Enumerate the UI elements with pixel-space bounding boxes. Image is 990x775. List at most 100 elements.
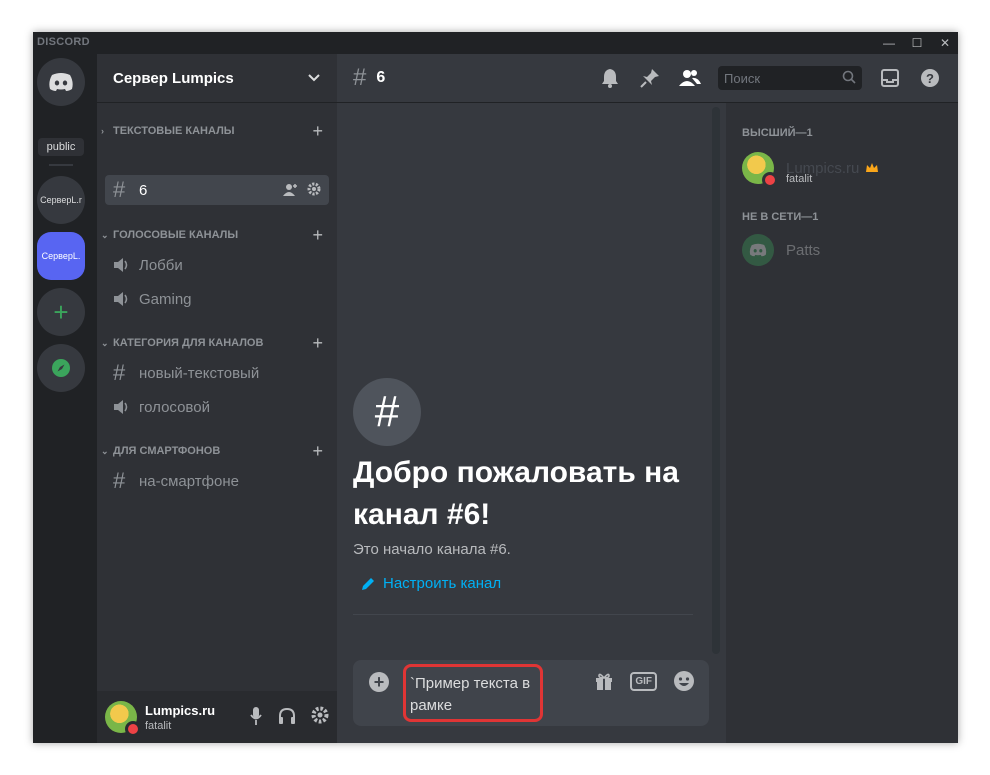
member-status-text: fatalit [786,173,813,185]
emoji-icon[interactable] [673,670,695,692]
compass-icon [52,359,70,377]
speaker-icon [113,257,139,273]
category-label: ТЕКСТОВЫЕ КАНАЛЫ [113,125,235,137]
add-server-button[interactable]: + [37,288,85,336]
chevron-right-icon: › [101,126,104,136]
channel-name: на-смартфоне [139,472,239,490]
channel-na-smartfone[interactable]: # на-смартфоне [105,466,329,496]
category-label: ГОЛОСОВЫЕ КАНАЛЫ [113,229,239,241]
message-text-line: `Пример текста в [410,675,531,692]
scrollbar[interactable] [712,107,720,654]
add-channel-icon[interactable]: + [312,121,323,142]
server-icon-serverl-r[interactable]: СерверL.r [37,176,85,224]
setup-channel-link[interactable]: Настроить канал [361,575,501,592]
category-label: КАТЕГОРИЯ ДЛЯ КАНАЛОВ [113,337,264,349]
welcome-title: Добро пожаловать на канал #6! [353,456,679,531]
search-icon [842,70,856,84]
member-item[interactable]: Lumpics.ru fatalit [734,147,950,189]
category-voice-channels[interactable]: ⌄ ГОЛОСОВЫЕ КАНАЛЫ + [101,225,331,246]
channel-header: # 6 Поиск ? [337,54,958,103]
welcome-description: Это начало канала #6. [353,541,511,558]
gear-icon[interactable] [311,706,329,724]
chevron-down-icon: ⌄ [101,337,109,348]
server-list: public СерверL.r СерверL. + [33,54,97,743]
home-button[interactable] [37,58,85,106]
hashtag-icon: # [353,64,367,91]
add-channel-icon[interactable]: + [312,333,323,354]
discord-logo-icon [49,73,73,91]
channel-gaming[interactable]: Gaming [105,284,329,314]
gif-button[interactable]: GIF [630,671,657,691]
bell-icon[interactable] [598,66,622,90]
channel-hashtag-icon: # [353,378,421,446]
member-list: ВЫСШИЙ—1 Lumpics.ru fatalit НЕ В СЕТИ—1 [726,103,958,743]
hashtag-icon: # [113,468,126,493]
add-channel-icon[interactable]: + [312,441,323,462]
explore-servers-button[interactable] [37,344,85,392]
user-tag: fatalit [145,720,172,732]
message-composer: + `Пример текста в рамке GIF [353,660,709,726]
server-name: Сервер Lumpics [113,69,234,87]
guild-separator [49,164,73,166]
speaker-icon [113,399,139,415]
minimize-button[interactable]: — [876,32,902,54]
server-header[interactable]: Сервер Lumpics [97,54,337,103]
chevron-down-icon: ⌄ [101,445,109,456]
channel-name: 6 [139,181,148,199]
channel-6[interactable]: # 6 [105,175,329,205]
avatar [742,234,774,266]
add-channel-icon[interactable]: + [312,225,323,246]
hashtag-icon: # [113,360,126,385]
message-text-line: рамке [410,697,453,714]
microphone-icon[interactable] [249,706,263,726]
user-panel: Lumpics.ru fatalit [97,691,337,743]
gift-icon[interactable] [594,671,614,691]
maximize-button[interactable]: ☐ [904,32,930,54]
help-icon[interactable]: ? [918,66,942,90]
server-icon-serverl[interactable]: СерверL. [37,232,85,280]
server-folder-public[interactable]: public [38,138,84,156]
member-list-icon[interactable] [678,66,702,90]
dnd-status-icon [762,172,778,188]
chevron-down-icon: ⌄ [101,229,109,240]
category-text-channels[interactable]: › ТЕКСТОВЫЕ КАНАЛЫ + [101,121,331,142]
hashtag-icon: # [113,177,126,202]
channel-sidebar: Сервер Lumpics › ТЕКСТОВЫЕ КАНАЛЫ + # 6 [97,54,337,743]
svg-text:?: ? [926,71,934,86]
channel-name: Gaming [139,290,192,308]
pin-icon[interactable] [638,66,662,90]
category-smartphones[interactable]: ⌄ ДЛЯ СМАРТФОНОВ + [101,441,331,462]
search-placeholder: Поиск [724,71,761,86]
pencil-icon [362,577,374,590]
app-logo: DISCORD [37,36,90,48]
close-button[interactable]: ✕ [932,32,958,54]
message-list: # Добро пожаловать на канал #6! Это нача… [337,103,726,693]
discord-window: DISCORD — ☐ ✕ public СерверL.r СерверL. … [33,32,958,743]
channel-name: новый-текстовый [139,364,260,382]
inbox-icon[interactable] [878,66,902,90]
user-name: Lumpics.ru [145,703,216,718]
crown-icon [866,163,879,172]
category-channels[interactable]: ⌄ КАТЕГОРИЯ ДЛЯ КАНАЛОВ + [101,333,331,354]
category-label: ДЛЯ СМАРТФОНОВ [113,445,221,457]
search-input[interactable]: Поиск [718,66,862,90]
plus-icon: + [53,296,69,327]
channel-golosovoi[interactable]: голосовой [105,392,329,422]
chat-area: # 6 Поиск ? # Добро пожаловать на канал … [337,54,958,743]
channel-lobby[interactable]: Лобби [105,250,329,280]
headphones-icon[interactable] [277,706,297,726]
member-item[interactable]: Patts [734,229,950,271]
discord-logo-icon [749,243,767,257]
message-input[interactable]: `Пример текста в рамке [403,664,543,722]
channel-name: голосовой [139,398,210,416]
channel-novyi-tekstovyi[interactable]: # новый-текстовый [105,358,329,388]
gear-icon[interactable] [307,182,321,196]
channel-title: 6 [376,69,386,86]
dnd-status-icon [125,721,141,737]
divider [353,614,693,615]
speaker-icon [113,291,139,307]
upload-plus-icon[interactable]: + [369,672,389,692]
chevron-down-icon [308,74,320,82]
title-bar: DISCORD — ☐ ✕ [33,32,958,54]
invite-icon[interactable] [283,182,299,198]
